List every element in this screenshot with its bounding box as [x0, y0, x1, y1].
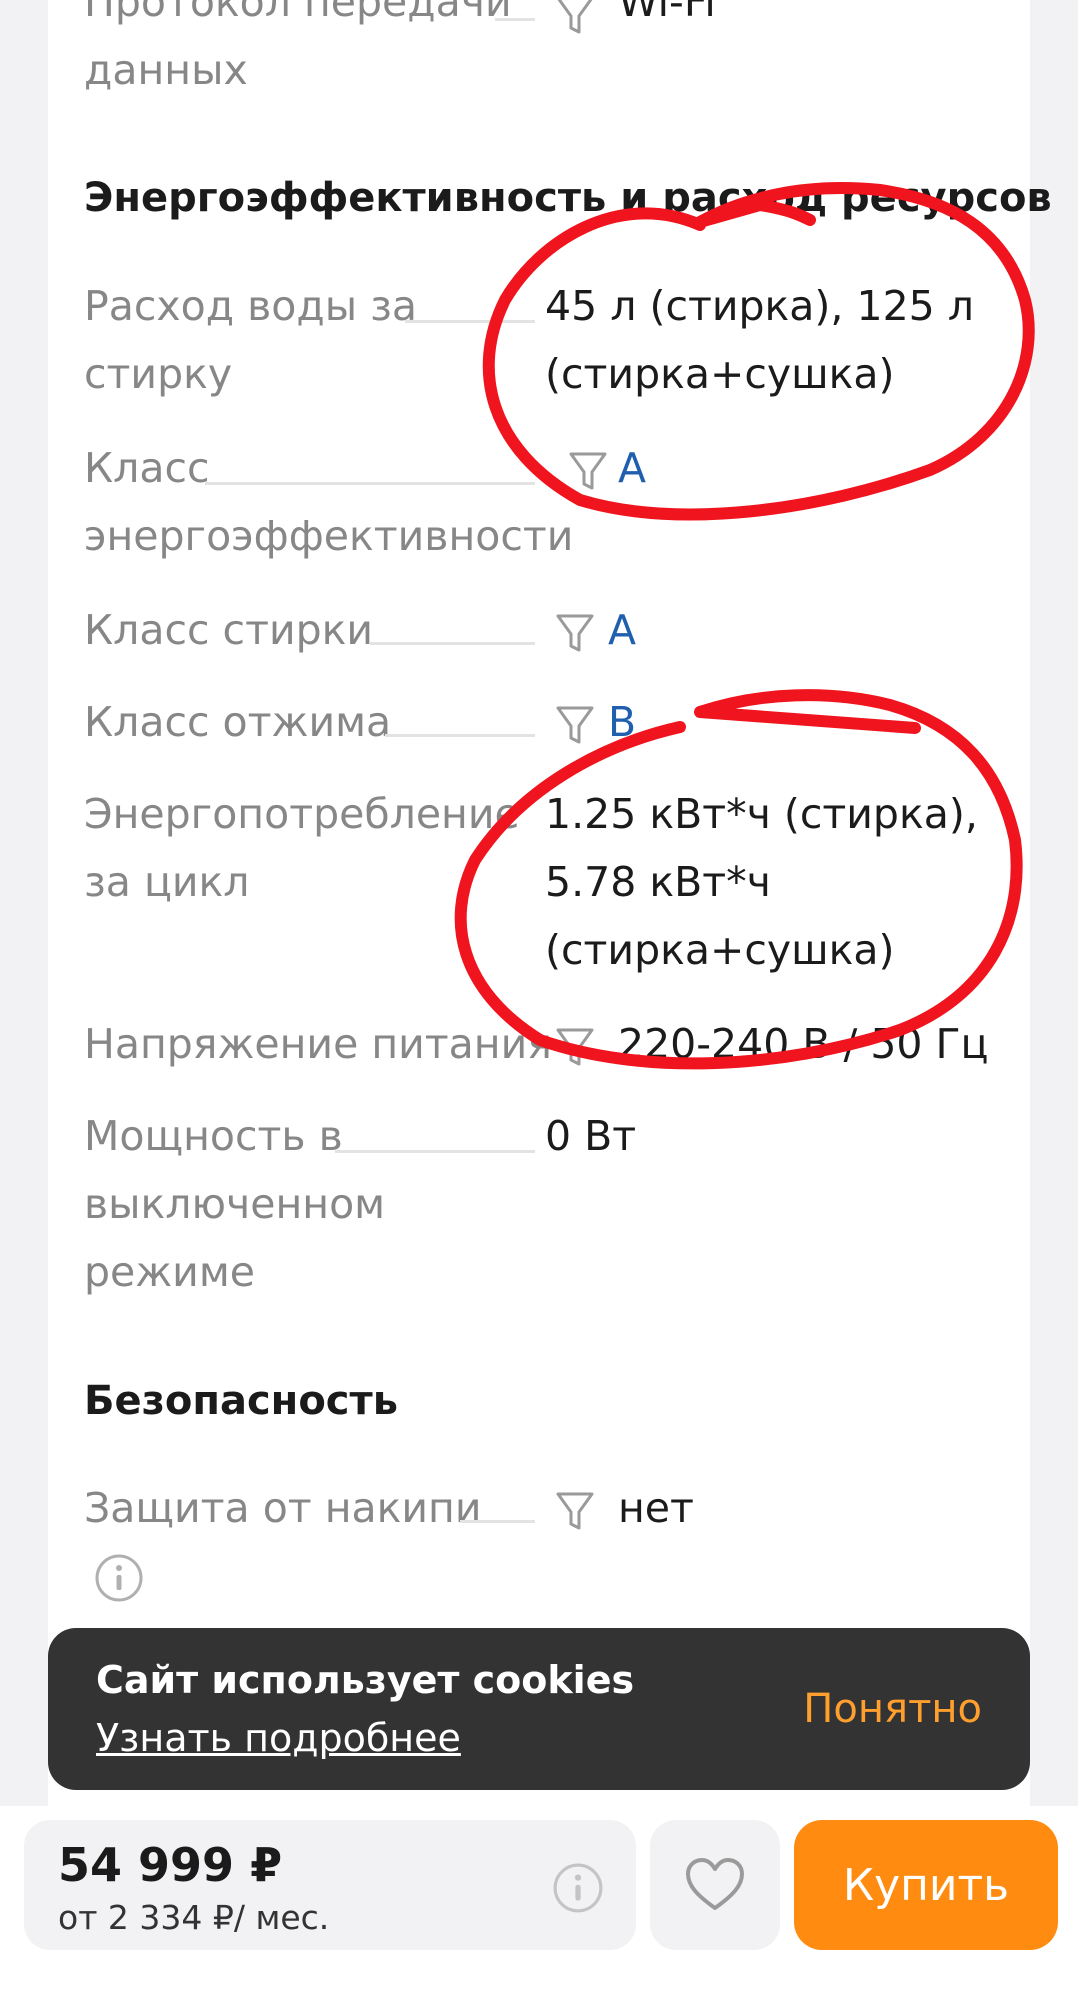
- spec-label-energy-class: Класс энергоэффективности: [84, 444, 574, 560]
- heart-icon: [686, 1858, 744, 1910]
- dotted-leader: [385, 734, 535, 737]
- spec-label-voltage: Напряжение питания: [84, 1020, 552, 1068]
- dotted-leader: [335, 1150, 535, 1153]
- spec-label-consumption: Энергопотребление за цикл: [84, 790, 520, 906]
- spec-label-wash-class: Класс стирки: [84, 606, 374, 654]
- spec-label-scale: Защита от накипи: [84, 1484, 482, 1532]
- spec-value-water: 45 л (стирка), 125 л (стирка+сушка): [545, 282, 974, 398]
- spec-label-protocol: Протокол передачи данных: [84, 0, 512, 94]
- filter-icon[interactable]: [568, 450, 608, 494]
- spec-label-spin-class: Класс отжима: [84, 698, 392, 746]
- spec-value-consumption: 1.25 кВт*ч (стирка), 5.78 кВт*ч (стирка+…: [545, 790, 978, 974]
- spec-value-energy-class[interactable]: A: [618, 434, 646, 502]
- filter-icon[interactable]: [555, 1026, 595, 1070]
- buy-button[interactable]: Купить: [794, 1820, 1058, 1950]
- dotted-leader: [460, 1520, 535, 1523]
- spec-value-standby: 0 Вт: [545, 1112, 637, 1160]
- spec-value-scale: нет: [618, 1484, 694, 1532]
- cookie-details-link[interactable]: Узнать подробнее: [96, 1716, 461, 1760]
- screen: Протокол передачи данных Wi-Fi Энергоэфф…: [0, 0, 1078, 1989]
- favorite-button[interactable]: [650, 1820, 780, 1950]
- installment-price: от 2 334 ₽/ мес.: [58, 1898, 330, 1937]
- section-title-energy: Энергоэффективность и расход ресурсов: [84, 175, 1052, 221]
- cookie-banner: Сайт использует cookies Узнать подробнее…: [48, 1628, 1030, 1790]
- dotted-leader: [370, 642, 535, 645]
- spec-label-standby: Мощность в выключенном режиме: [84, 1112, 386, 1296]
- purchase-bar: 54 999 ₽ от 2 334 ₽/ мес. Купить: [0, 1806, 1078, 1989]
- dotted-leader: [205, 482, 535, 485]
- cookie-banner-title: Сайт использует cookies: [96, 1658, 635, 1702]
- spec-label-water: Расход воды за стирку: [84, 282, 418, 398]
- price-box: 54 999 ₽ от 2 334 ₽/ мес.: [24, 1820, 636, 1950]
- filter-icon[interactable]: [555, 1490, 595, 1534]
- dotted-leader: [405, 320, 535, 323]
- info-icon[interactable]: [552, 1862, 604, 1914]
- dotted-leader: [495, 18, 535, 21]
- spec-value-wash-class[interactable]: A: [608, 596, 636, 664]
- price: 54 999 ₽: [58, 1838, 283, 1892]
- section-title-safety: Безопасность: [84, 1378, 398, 1424]
- filter-icon[interactable]: [555, 612, 595, 656]
- filter-icon[interactable]: [555, 704, 595, 748]
- spec-value-protocol: Wi-Fi: [618, 0, 716, 26]
- cookie-accept-button[interactable]: Понятно: [803, 1686, 982, 1732]
- filter-icon[interactable]: [555, 0, 595, 38]
- info-icon[interactable]: [94, 1553, 144, 1603]
- spec-value-spin-class[interactable]: B: [608, 688, 636, 756]
- spec-value-voltage: 220-240 В / 50 Гц: [618, 1020, 989, 1068]
